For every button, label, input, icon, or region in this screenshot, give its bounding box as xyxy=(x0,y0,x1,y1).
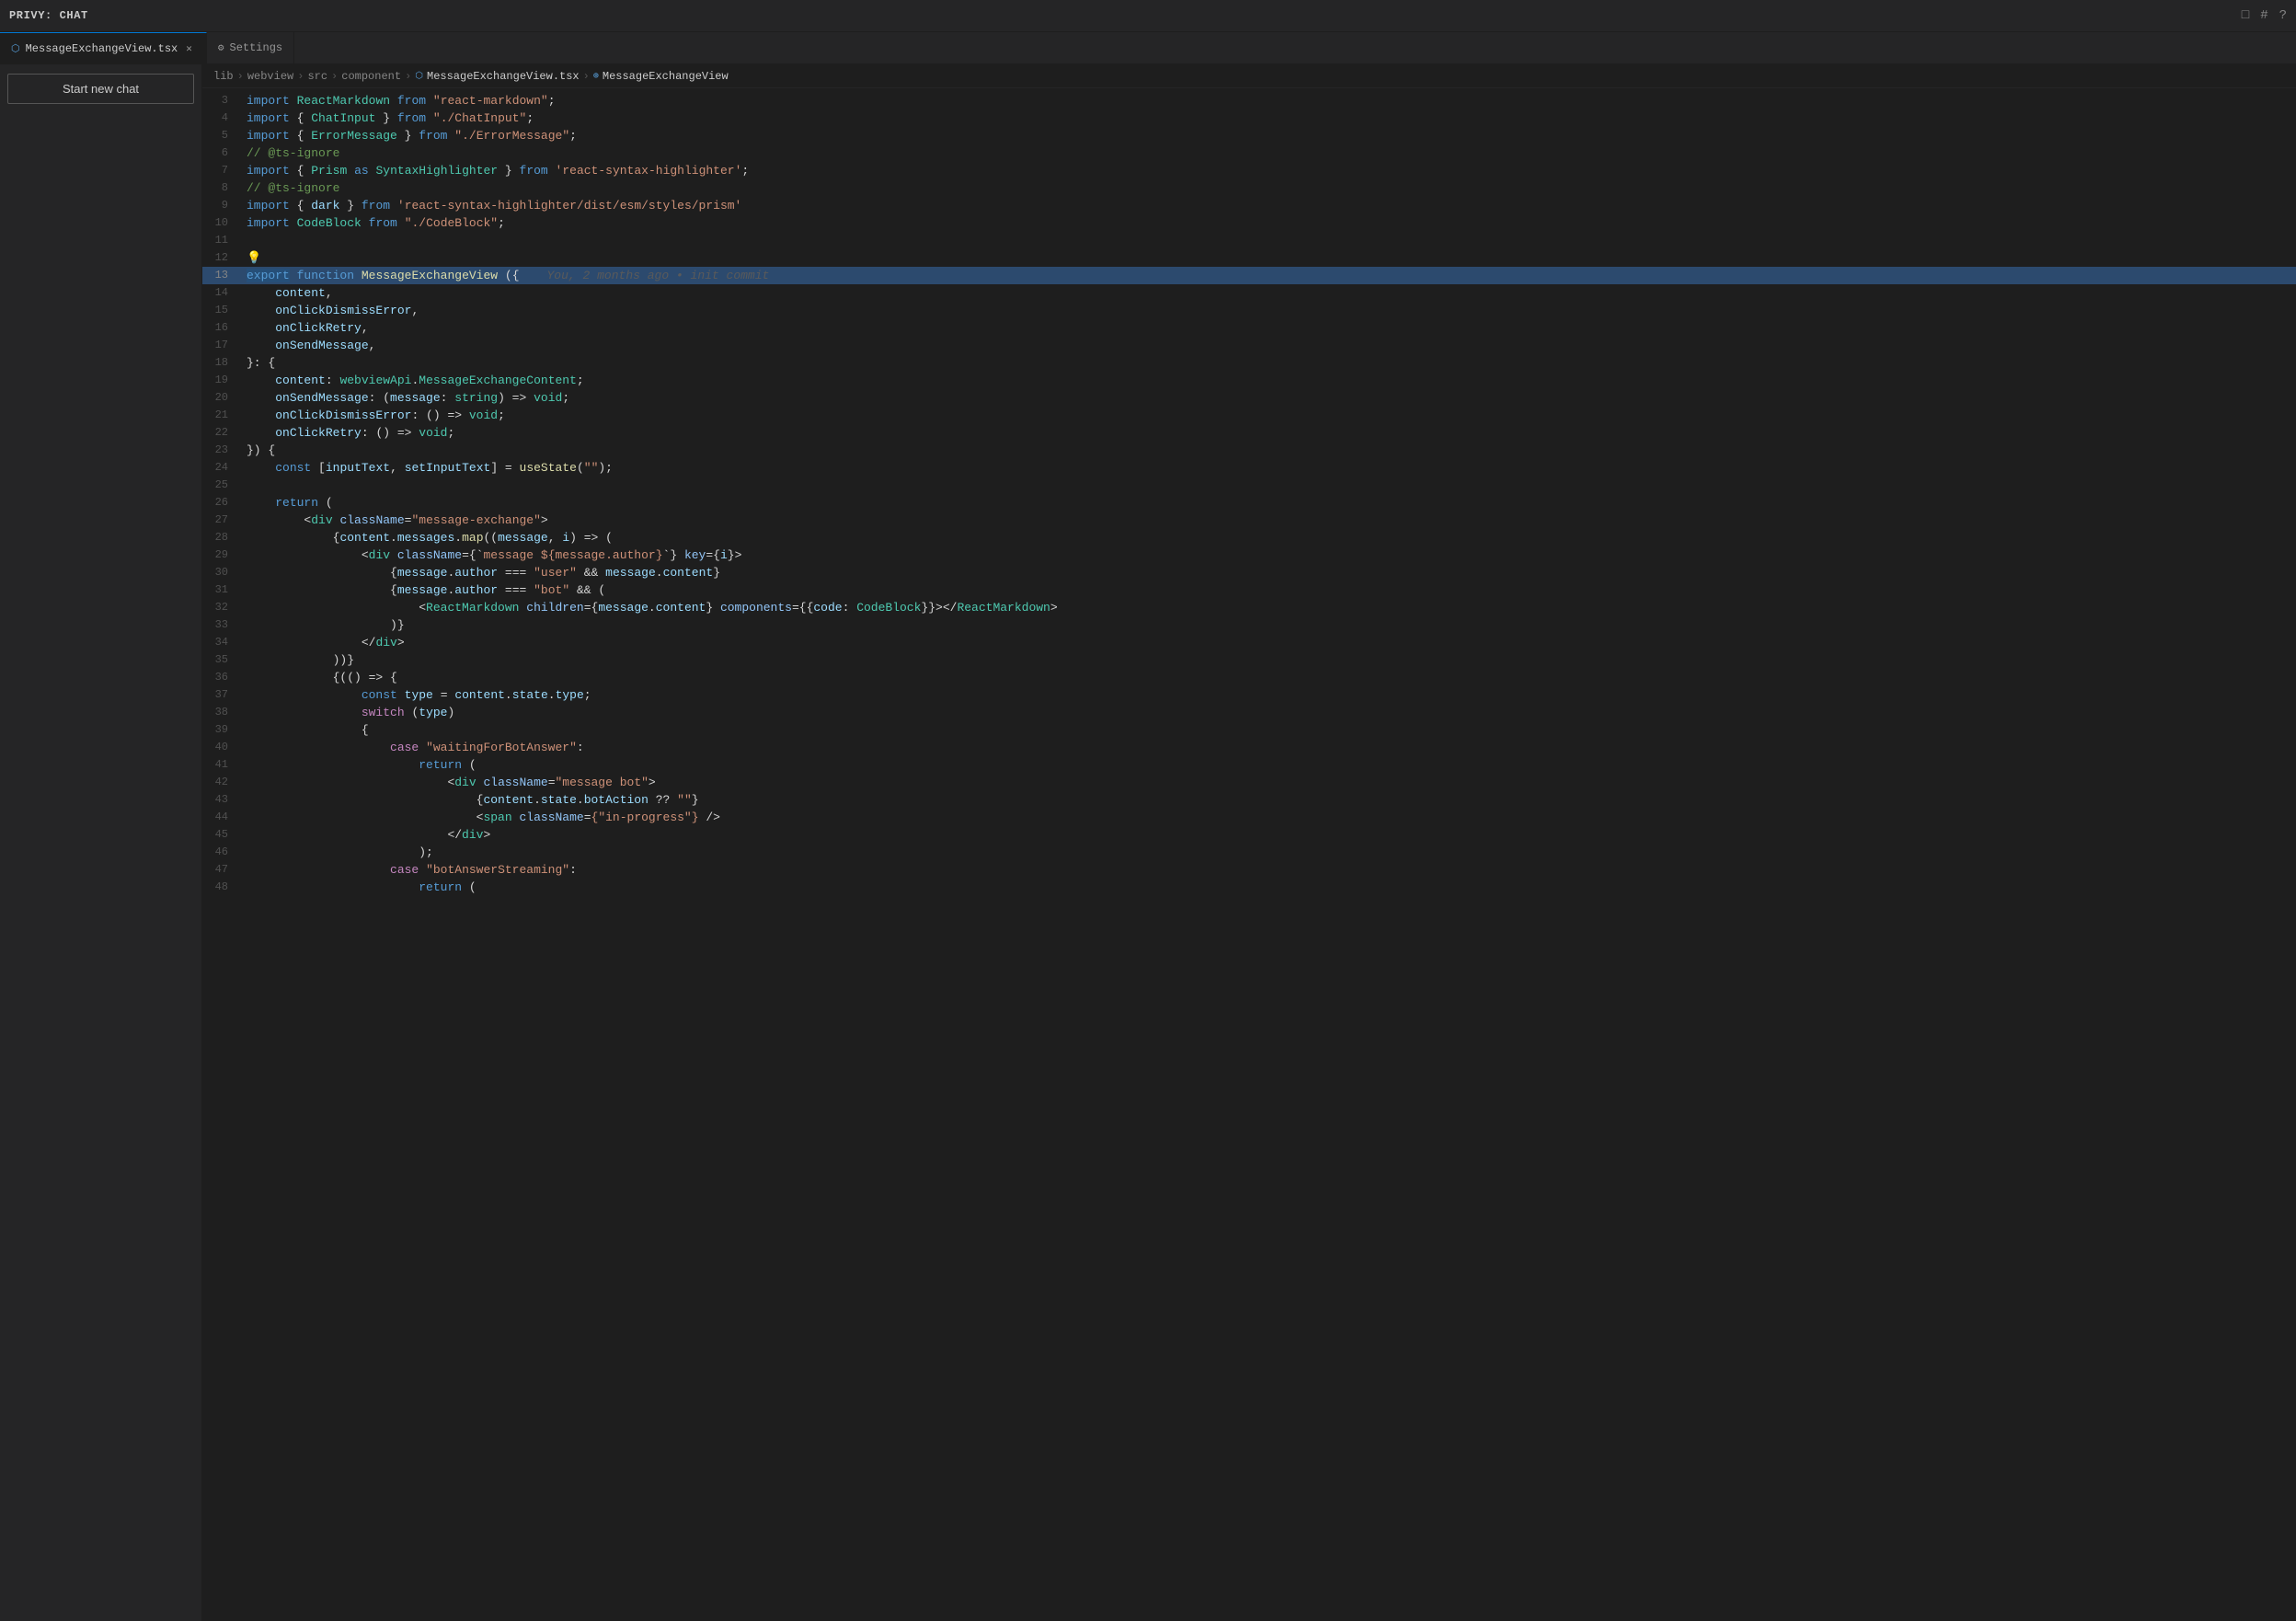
line-41: 41 return ( xyxy=(202,756,2296,774)
app-title: PRIVY: CHAT xyxy=(9,9,88,22)
line-40: 40 case "waitingForBotAnswer": xyxy=(202,739,2296,756)
line-29: 29 <div className={`message ${message.au… xyxy=(202,546,2296,564)
tab-message-exchange[interactable]: ⬡ MessageExchangeView.tsx ✕ xyxy=(0,32,207,64)
grid-icon[interactable]: # xyxy=(2260,8,2267,23)
line-7: 7 import { Prism as SyntaxHighlighter } … xyxy=(202,162,2296,179)
line-30: 30 {message.author === "user" && message… xyxy=(202,564,2296,581)
line-25: 25 xyxy=(202,477,2296,494)
line-27: 27 <div className="message-exchange"> xyxy=(202,512,2296,529)
line-43: 43 {content.state.botAction ?? ""} xyxy=(202,791,2296,809)
line-33: 33 )} xyxy=(202,616,2296,634)
settings-icon: ⚙ xyxy=(218,41,224,54)
tab-close-button[interactable]: ✕ xyxy=(183,40,195,57)
line-45: 45 </div> xyxy=(202,826,2296,844)
breadcrumb-src: src xyxy=(307,70,327,83)
line-18: 18 }: { xyxy=(202,354,2296,372)
line-5: 5 import { ErrorMessage } from "./ErrorM… xyxy=(202,127,2296,144)
line-22: 22 onClickRetry: () => void; xyxy=(202,424,2296,442)
line-20: 20 onSendMessage: (message: string) => v… xyxy=(202,389,2296,407)
tab-label: MessageExchangeView.tsx xyxy=(26,42,178,55)
tab-settings[interactable]: ⚙ Settings xyxy=(207,32,294,64)
breadcrumb-file-icon: ⬡ xyxy=(415,71,423,82)
breadcrumb-symbol-icon: ⊕ xyxy=(593,71,599,82)
line-39: 39 { xyxy=(202,721,2296,739)
line-16: 16 onClickRetry, xyxy=(202,319,2296,337)
line-48: 48 return ( xyxy=(202,879,2296,896)
line-9: 9 import { dark } from 'react-syntax-hig… xyxy=(202,197,2296,214)
breadcrumb-file: MessageExchangeView.tsx xyxy=(427,70,580,83)
main-layout: Start new chat lib › webview › src › com… xyxy=(0,64,2296,1621)
breadcrumb-symbol: MessageExchangeView xyxy=(603,70,729,83)
line-14: 14 content, xyxy=(202,284,2296,302)
line-4: 4 import { ChatInput } from "./ChatInput… xyxy=(202,109,2296,127)
line-6: 6 // @ts-ignore xyxy=(202,144,2296,162)
line-24: 24 const [inputText, setInputText] = use… xyxy=(202,459,2296,477)
line-36: 36 {(() => { xyxy=(202,669,2296,686)
line-26: 26 return ( xyxy=(202,494,2296,512)
breadcrumb-webview: webview xyxy=(247,70,293,83)
line-42: 42 <div className="message bot"> xyxy=(202,774,2296,791)
new-chat-button[interactable]: Start new chat xyxy=(7,74,194,104)
line-15: 15 onClickDismissError, xyxy=(202,302,2296,319)
title-bar-icons: □ # ? xyxy=(2242,8,2287,23)
line-17: 17 onSendMessage, xyxy=(202,337,2296,354)
tab-settings-label: Settings xyxy=(230,41,283,54)
breadcrumb-component: component xyxy=(341,70,401,83)
line-12: 12 💡 xyxy=(202,249,2296,267)
title-bar: PRIVY: CHAT □ # ? xyxy=(0,0,2296,32)
help-icon[interactable]: ? xyxy=(2279,8,2287,23)
line-38: 38 switch (type) xyxy=(202,704,2296,721)
line-35: 35 ))} xyxy=(202,651,2296,669)
line-31: 31 {message.author === "bot" && ( xyxy=(202,581,2296,599)
line-44: 44 <span className={"in-progress"} /> xyxy=(202,809,2296,826)
line-23: 23 }) { xyxy=(202,442,2296,459)
editor-area: lib › webview › src › component › ⬡ Mess… xyxy=(202,64,2296,1621)
line-34: 34 </div> xyxy=(202,634,2296,651)
line-37: 37 const type = content.state.type; xyxy=(202,686,2296,704)
tsx-icon: ⬡ xyxy=(11,42,20,55)
line-46: 46 ); xyxy=(202,844,2296,861)
line-13: 13 export function MessageExchangeView (… xyxy=(202,267,2296,284)
breadcrumb-lib: lib xyxy=(213,70,234,83)
chat-icon[interactable]: □ xyxy=(2242,8,2249,23)
breadcrumb: lib › webview › src › component › ⬡ Mess… xyxy=(202,64,2296,88)
sidebar: Start new chat xyxy=(0,64,202,1621)
tab-bar: ⬡ MessageExchangeView.tsx ✕ ⚙ Settings xyxy=(0,32,2296,64)
line-3: 3 import ReactMarkdown from "react-markd… xyxy=(202,92,2296,109)
line-28: 28 {content.messages.map((message, i) =>… xyxy=(202,529,2296,546)
line-19: 19 content: webviewApi.MessageExchangeCo… xyxy=(202,372,2296,389)
line-21: 21 onClickDismissError: () => void; xyxy=(202,407,2296,424)
line-47: 47 case "botAnswerStreaming": xyxy=(202,861,2296,879)
line-8: 8 // @ts-ignore xyxy=(202,179,2296,197)
code-editor[interactable]: 3 import ReactMarkdown from "react-markd… xyxy=(202,88,2296,1621)
line-32: 32 <ReactMarkdown children={message.cont… xyxy=(202,599,2296,616)
line-10: 10 import CodeBlock from "./CodeBlock"; xyxy=(202,214,2296,232)
line-11: 11 xyxy=(202,232,2296,249)
